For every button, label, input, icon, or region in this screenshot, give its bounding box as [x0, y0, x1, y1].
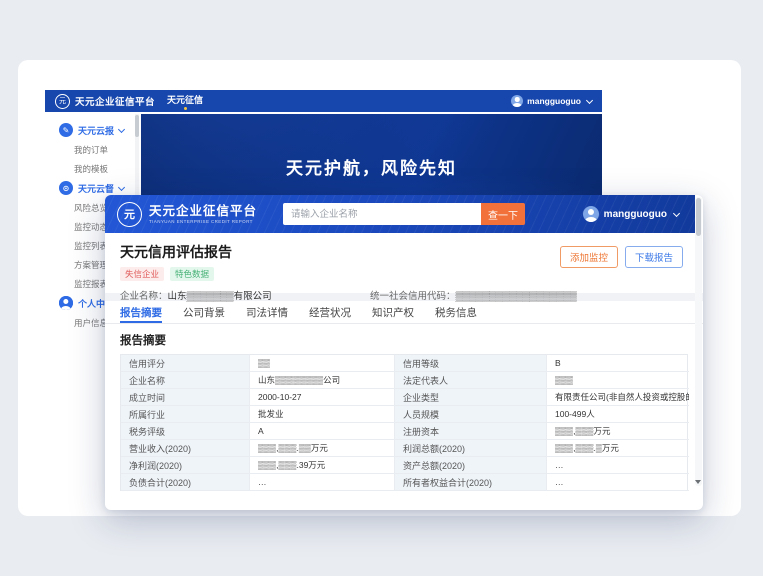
search-input[interactable] [283, 203, 481, 225]
table-label: 所有者权益合计(2020) [395, 474, 547, 491]
tag-row: 失信企业 特色数据 [120, 267, 688, 281]
user-avatar [583, 206, 599, 222]
sidebar-item-my-orders[interactable]: 我的订单 [45, 140, 135, 159]
table-label: 人员规模 [395, 406, 547, 423]
table-label: 信用评分 [121, 355, 250, 372]
scrollbar-thumb[interactable] [696, 198, 701, 236]
table-label: 营业收入(2020) [121, 440, 250, 457]
brand-name: 天元企业征信平台 [75, 94, 155, 108]
table-value: 2000-10-27 [250, 389, 395, 406]
table-label: 企业名称 [121, 372, 250, 389]
chevron-down-icon [118, 125, 125, 132]
username: mangguoguo [604, 209, 667, 220]
table-label: 税务评级 [121, 423, 250, 440]
table-label: 资产总额(2020) [395, 457, 547, 474]
table-value: … [547, 457, 689, 474]
table-label: 负债合计(2020) [121, 474, 250, 491]
scrollbar-thumb[interactable] [135, 115, 139, 137]
user-icon [59, 296, 73, 310]
user-menu[interactable]: mangguoguo [583, 206, 679, 222]
table-value: ▒▒▒,▒▒▒.39万元 [250, 457, 395, 474]
table-value: 有限责任公司(非自然人投资或控股的法人独资) [547, 389, 689, 406]
background-topbar: 元 天元企业征信平台 天元征信 mangguoguo [45, 90, 602, 112]
section-title: 报告摘要 [105, 324, 703, 354]
table-value: … [250, 474, 395, 491]
monitor-icon: ⊙ [59, 181, 73, 195]
table-label: 注册资本 [395, 423, 547, 440]
sidebar-group-cloud-report[interactable]: ✎ 天元云报 [45, 120, 135, 140]
tab-intellectual-property[interactable]: 知识产权 [372, 301, 414, 323]
summary-table: 信用评分 ▒▒ 信用等级 B 企业名称 山东▒▒▒▒▒▒▒▒公司 法定代表人 ▒… [120, 354, 688, 491]
tab-company-background[interactable]: 公司背景 [183, 301, 225, 323]
table-label: 所属行业 [121, 406, 250, 423]
chevron-down-icon [673, 209, 680, 216]
table-label: 利润总额(2020) [395, 440, 547, 457]
table-label: 企业类型 [395, 389, 547, 406]
table-value: ▒▒▒,▒▒▒.▒万元 [547, 440, 689, 457]
report-title-section: 天元信用评估报告 失信企业 特色数据 企业名称：山东▒▒▒▒▒▒▒有限公司 统一… [105, 233, 703, 293]
table-value: B [547, 355, 689, 372]
report-tabs: 报告摘要 公司背景 司法详情 经营状况 知识产权 税务信息 [105, 301, 703, 324]
user-menu[interactable]: mangguoguo [511, 95, 592, 107]
chevron-down-icon [118, 183, 125, 190]
table-value: 批发业 [250, 406, 395, 423]
table-value: ▒▒▒,▒▒▒.▒▒万元 [250, 440, 395, 457]
sidebar-item-my-templates[interactable]: 我的模板 [45, 159, 135, 178]
scrollbar-down-arrow[interactable] [695, 480, 701, 484]
brand-name: 天元企业征信平台 [149, 204, 257, 218]
brand-subtitle: TIANYUAN ENTERPRISE CREDIT REPORT [149, 219, 257, 224]
banner-title: 天元护航，风险先知 [141, 114, 602, 179]
report-header: 元 天元企业征信平台 TIANYUAN ENTERPRISE CREDIT RE… [105, 195, 695, 233]
search-button[interactable]: 查一下 [481, 203, 525, 225]
tab-operating-status[interactable]: 经营状况 [309, 301, 351, 323]
chevron-down-icon [586, 96, 593, 103]
tab-judicial-details[interactable]: 司法详情 [246, 301, 288, 323]
brand-logo-icon: 元 [55, 94, 70, 109]
report-window: 元 天元企业征信平台 TIANYUAN ENTERPRISE CREDIT RE… [105, 195, 703, 510]
table-value: … [547, 474, 689, 491]
table-value: 山东▒▒▒▒▒▒▒▒公司 [250, 372, 395, 389]
table-label: 净利润(2020) [121, 457, 250, 474]
table-value: ▒▒ [250, 355, 395, 372]
user-avatar [511, 95, 523, 107]
tab-tax-info[interactable]: 税务信息 [435, 301, 477, 323]
table-label: 法定代表人 [395, 372, 547, 389]
status-badge-dishonest: 失信企业 [120, 267, 164, 281]
tab-report-summary[interactable]: 报告摘要 [120, 301, 162, 323]
nav-item-tianyuan-credit[interactable]: 天元征信 [167, 90, 203, 112]
add-monitor-button[interactable]: 添加监控 [560, 246, 618, 268]
table-value: ▒▒▒ [547, 372, 689, 389]
download-report-button[interactable]: 下载报告 [625, 246, 683, 268]
table-label: 信用等级 [395, 355, 547, 372]
report-scrollbar[interactable] [695, 197, 702, 486]
table-value: ▒▒▒,▒▒▒万元 [547, 423, 689, 440]
table-value: 100-499人 [547, 406, 689, 423]
username: mangguoguo [527, 96, 581, 106]
screen: 元 天元企业征信平台 天元征信 mangguoguo ✎ 天元云报 我的订单 [0, 0, 763, 576]
table-label: 成立时间 [121, 389, 250, 406]
report-icon: ✎ [59, 123, 73, 137]
company-search: 查一下 [283, 203, 525, 225]
brand-logo: 元 天元企业征信平台 TIANYUAN ENTERPRISE CREDIT RE… [117, 202, 257, 227]
brand-logo: 元 天元企业征信平台 [55, 94, 155, 109]
brand-logo-icon: 元 [117, 202, 142, 227]
company-info-row: 企业名称：山东▒▒▒▒▒▒▒有限公司 统一社会信用代码：▒▒▒▒▒▒▒▒▒▒▒▒… [120, 288, 688, 302]
table-value: A [250, 423, 395, 440]
nav-active-dot [184, 107, 187, 110]
status-badge-special-data: 特色数据 [170, 267, 214, 281]
